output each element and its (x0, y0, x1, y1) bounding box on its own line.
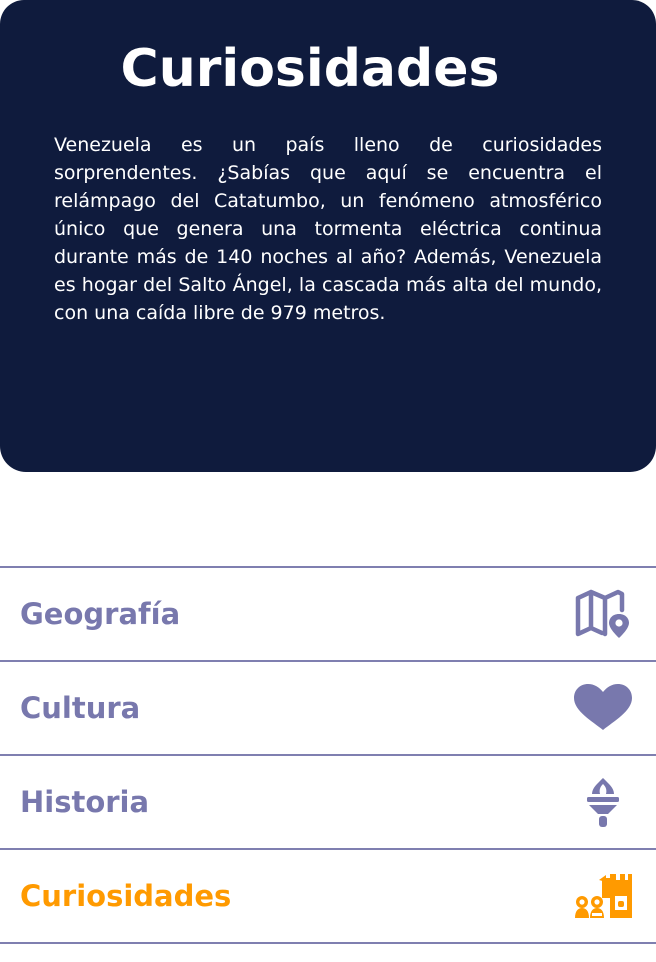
menu-item-label: Cultura (20, 691, 141, 725)
chess-pieces-icon (572, 870, 634, 922)
page-title: Curiosidades (120, 39, 500, 99)
torch-icon (572, 776, 634, 828)
menu-item-cultura[interactable]: Cultura (0, 660, 656, 754)
heart-icon (572, 682, 634, 734)
menu-item-historia[interactable]: Historia (0, 754, 656, 848)
category-menu: Geografía Cultura Historia Curiosidades (0, 566, 656, 944)
menu-item-label: Historia (20, 785, 150, 819)
menu-item-label: Curiosidades (20, 879, 232, 913)
menu-item-label: Geografía (20, 597, 181, 631)
menu-item-geografia[interactable]: Geografía (0, 566, 656, 660)
map-location-icon (572, 588, 634, 640)
description-text: Venezuela es un país lleno de curiosidad… (54, 134, 602, 324)
menu-item-curiosidades[interactable]: Curiosidades (0, 848, 656, 944)
info-card: Curiosidades Venezuela es un país lleno … (0, 0, 656, 472)
